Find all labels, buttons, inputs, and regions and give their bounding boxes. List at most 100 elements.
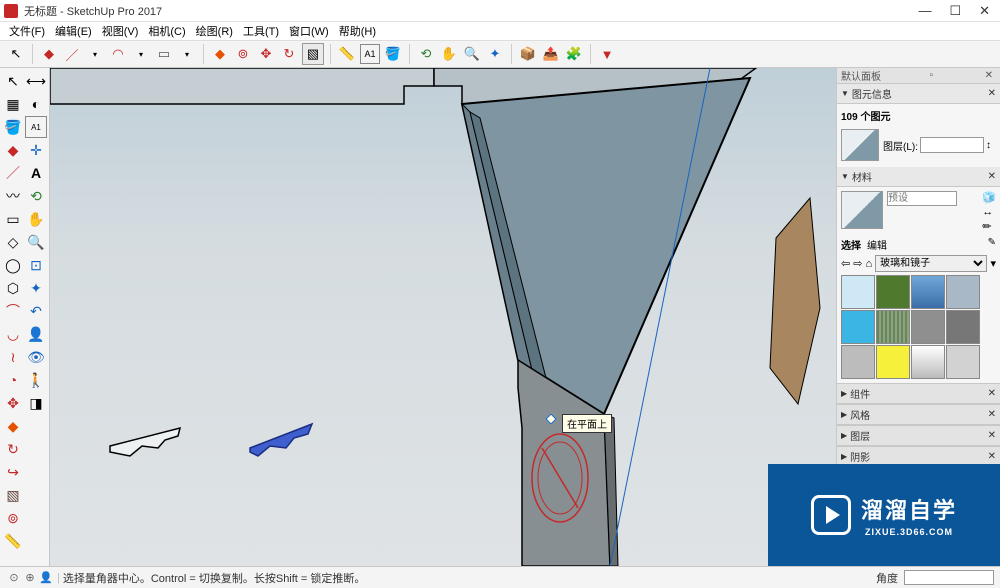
window-maximize-button[interactable]: ☐	[949, 3, 961, 19]
dimension-icon[interactable]: ⟷	[25, 70, 47, 92]
default-panel-header[interactable]: 默认面板 ▫ ✕	[837, 68, 1000, 84]
extensions-icon[interactable]: 🧩	[564, 44, 584, 64]
scale-tool-icon[interactable]: ▧	[302, 43, 324, 65]
materials-header[interactable]: ▼ 材料 ✕	[837, 167, 1000, 187]
menu-help[interactable]: 帮助(H)	[336, 23, 379, 39]
panel-close-icon[interactable]: ✕	[982, 70, 996, 81]
layout-icon[interactable]: ▼	[597, 44, 617, 64]
details-icon[interactable]: ▾	[990, 257, 996, 270]
menu-file[interactable]: 文件(F)	[6, 23, 48, 39]
swatch[interactable]	[876, 310, 910, 344]
axes-icon[interactable]: ✛	[25, 139, 47, 161]
model-viewport[interactable]: 在平面上	[50, 68, 836, 566]
text-icon[interactable]: A1	[25, 116, 47, 138]
eraser-icon[interactable]: ◆	[2, 139, 24, 161]
line-tool-icon[interactable]: ／	[62, 44, 82, 64]
position-camera-icon[interactable]: 👤	[25, 323, 47, 345]
previous-icon[interactable]: ↶	[25, 300, 47, 322]
nav-back-icon[interactable]: ⇦	[841, 257, 850, 270]
component-icon[interactable]: ▦	[2, 93, 24, 115]
current-material-swatch[interactable]	[841, 191, 883, 229]
panel-pin-icon[interactable]: ▫	[927, 70, 937, 81]
orbit-tool-icon[interactable]: ⟲	[416, 44, 436, 64]
rotated-rect-icon[interactable]: ◇	[2, 231, 24, 253]
warehouse-icon[interactable]: 📦	[518, 44, 538, 64]
circle-icon[interactable]: ◯	[2, 254, 24, 276]
move-tool-icon[interactable]: ✥	[256, 44, 276, 64]
vcb-input[interactable]	[904, 570, 994, 585]
2pt-arc-icon[interactable]: ◡	[2, 323, 24, 345]
menu-draw[interactable]: 绘图(R)	[193, 23, 236, 39]
select-tool-icon[interactable]: ↖	[6, 44, 26, 64]
swatch[interactable]	[841, 275, 875, 309]
swatch[interactable]	[946, 275, 980, 309]
entity-info-header[interactable]: ▼ 图元信息 ✕	[837, 84, 1000, 104]
look-around-icon[interactable]: 👁	[25, 346, 47, 368]
menu-view[interactable]: 视图(V)	[99, 23, 142, 39]
home-icon[interactable]: ⌂	[865, 258, 872, 270]
material-category-select[interactable]: 玻璃和镜子	[875, 255, 987, 272]
layers-header[interactable]: ▶图层✕	[837, 425, 1000, 446]
line-icon[interactable]: ／	[2, 162, 24, 184]
paint-tool-icon[interactable]: 🪣	[383, 44, 403, 64]
walk-icon[interactable]: 🚶	[25, 369, 47, 391]
section-icon[interactable]: ◨	[25, 392, 47, 414]
layer-select[interactable]	[920, 137, 984, 153]
sample-material-icon[interactable]: ✏	[982, 220, 996, 233]
swatch[interactable]	[876, 275, 910, 309]
swatch[interactable]	[946, 310, 980, 344]
swatch[interactable]	[946, 345, 980, 379]
styles-header[interactable]: ▶风格✕	[837, 404, 1000, 425]
swatch[interactable]	[841, 345, 875, 379]
components-header[interactable]: ▶组件✕	[837, 383, 1000, 404]
geo-icon[interactable]: ⊕	[22, 571, 38, 584]
zoom-extents-icon2[interactable]: ✦	[25, 277, 47, 299]
help-icon[interactable]: ⊙	[6, 571, 22, 584]
menu-window[interactable]: 窗口(W)	[286, 23, 332, 39]
material-tab-edit[interactable]: 编辑	[867, 237, 887, 252]
tape-icon[interactable]: 📏	[2, 530, 24, 552]
rectangle-icon[interactable]: ▭	[2, 208, 24, 230]
menu-camera[interactable]: 相机(C)	[145, 23, 188, 39]
create-material-icon[interactable]: 🧊	[982, 191, 996, 204]
credits-icon[interactable]: 👤	[38, 571, 54, 584]
select-icon[interactable]: ↖	[2, 70, 24, 92]
pie-icon[interactable]: ◔	[2, 369, 24, 391]
menu-edit[interactable]: 编辑(E)	[52, 23, 95, 39]
pushpull-tool-icon[interactable]: ◆	[210, 44, 230, 64]
warehouse-upload-icon[interactable]: 📤	[541, 44, 561, 64]
orbit-icon[interactable]: ⟲	[25, 185, 47, 207]
followme-icon[interactable]: ↪	[2, 461, 24, 483]
material-name-input[interactable]	[887, 191, 957, 206]
zoom-icon[interactable]: 🔍	[25, 231, 47, 253]
rotate-icon[interactable]: ↻	[2, 438, 24, 460]
arc-tool-icon[interactable]: ◠	[108, 44, 128, 64]
panel-menu-icon[interactable]: ✕	[988, 88, 996, 99]
offset-tool-icon[interactable]: ⊚	[233, 44, 253, 64]
default-material-icon[interactable]: ↔	[982, 206, 996, 218]
pushpull-icon[interactable]: ◆	[2, 415, 24, 437]
zoom-tool-icon[interactable]: 🔍	[462, 44, 482, 64]
menu-tools[interactable]: 工具(T)	[240, 23, 282, 39]
swatch[interactable]	[911, 310, 945, 344]
layer-pin-icon[interactable]: ↕	[986, 140, 996, 151]
zoom-extents-icon[interactable]: ✦	[485, 44, 505, 64]
paint-icon[interactable]: 🪣	[2, 116, 24, 138]
3pt-arc-icon[interactable]: ≀	[2, 346, 24, 368]
eyedropper-icon[interactable]: ✎	[988, 237, 996, 252]
window-close-button[interactable]: ✕	[979, 3, 990, 19]
panel-menu-icon[interactable]: ✕	[988, 171, 996, 182]
rectangle-tool-icon[interactable]: ▭	[154, 44, 174, 64]
material-tab-select[interactable]: 选择	[841, 237, 861, 252]
3dtext-icon[interactable]: A	[25, 162, 47, 184]
swatch[interactable]	[911, 345, 945, 379]
tape-tool-icon[interactable]: 📏	[337, 44, 357, 64]
pan-icon[interactable]: ✋	[25, 208, 47, 230]
zoom-window-icon[interactable]: ⊡	[25, 254, 47, 276]
swatch[interactable]	[911, 275, 945, 309]
protractor-icon[interactable]: ◐	[25, 93, 47, 115]
offset-icon[interactable]: ⊚	[2, 507, 24, 529]
rotate-tool-icon[interactable]: ↻	[279, 44, 299, 64]
arc-icon[interactable]: ⌒	[2, 300, 24, 322]
text-tool-icon[interactable]: A1	[360, 44, 380, 64]
